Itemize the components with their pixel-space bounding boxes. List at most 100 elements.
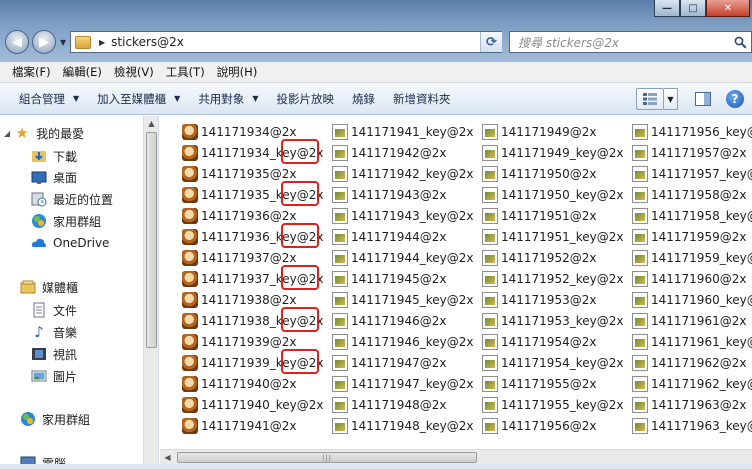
menu-file[interactable]: 檔案(F) — [6, 64, 57, 80]
file-item[interactable]: 141171954_key@2x — [482, 352, 623, 373]
search-box[interactable]: 搜尋 stickers@2x — [509, 31, 752, 53]
file-item[interactable]: 141171939_key@2x — [182, 352, 323, 373]
file-item[interactable]: 141171950_key@2x — [482, 184, 623, 205]
address-bar[interactable]: ▶ stickers@2x ▼ — [70, 31, 502, 53]
file-item[interactable]: 141171948@2x — [332, 394, 446, 415]
menu-view[interactable]: 檢視(V) — [108, 64, 160, 80]
minimize-button[interactable]: — — [654, 0, 680, 17]
nav-favorites[interactable]: ◢ ★ 我的最愛 — [4, 124, 84, 142]
organize-button[interactable]: 組合管理 ▼ — [10, 91, 88, 107]
file-item[interactable]: 141171953@2x — [482, 289, 596, 310]
file-item[interactable]: 141171955@2x — [482, 373, 596, 394]
file-item[interactable]: 141171946@2x — [332, 310, 446, 331]
file-item[interactable]: 141171940_key@2x — [182, 394, 323, 415]
file-item[interactable]: 141171963@2x — [632, 394, 746, 415]
file-item[interactable]: 141171951_key@2x — [482, 226, 623, 247]
refresh-button[interactable]: ⟳ — [480, 32, 502, 52]
burn-button[interactable]: 燒錄 — [343, 91, 384, 107]
file-item[interactable]: 141171952_key@2x — [482, 268, 623, 289]
file-item[interactable]: 141171962_key@2x — [632, 373, 752, 394]
file-item[interactable]: 141171956@2x — [482, 415, 596, 436]
file-item[interactable]: 141171935@2x — [182, 163, 296, 184]
file-item[interactable]: 141171944_key@2x — [332, 247, 473, 268]
view-options-dropdown[interactable]: ▼ — [664, 88, 678, 110]
file-item[interactable]: 141171935_key@2x — [182, 184, 323, 205]
file-item[interactable]: 141171934@2x — [182, 121, 296, 142]
file-item[interactable]: 141171938_key@2x — [182, 310, 323, 331]
file-item[interactable]: 141171955_key@2x — [482, 394, 623, 415]
file-item[interactable]: 141171962@2x — [632, 352, 746, 373]
file-item[interactable]: 141171956_key@2x — [632, 121, 752, 142]
file-item[interactable]: 141171960@2x — [632, 268, 746, 289]
nav-item-recent-places[interactable]: 最近的位置 — [31, 190, 113, 208]
file-item[interactable]: 141171959@2x — [632, 226, 746, 247]
search-icon[interactable] — [729, 36, 751, 49]
file-item[interactable]: 141171937@2x — [182, 247, 296, 268]
scroll-up-icon[interactable]: ▲ — [144, 116, 159, 131]
maximize-button[interactable]: □ — [680, 0, 706, 17]
menu-help[interactable]: 說明(H) — [211, 64, 264, 80]
file-item[interactable]: 141171954@2x — [482, 331, 596, 352]
file-item[interactable]: 141171960_key@2x — [632, 289, 752, 310]
breadcrumb-chevron-icon[interactable]: ▶ — [99, 38, 105, 47]
address-path[interactable]: stickers@2x — [111, 35, 485, 49]
file-item[interactable]: 141171943_key@2x — [332, 205, 473, 226]
file-item[interactable]: 141171944@2x — [332, 226, 446, 247]
file-item[interactable]: 141171936@2x — [182, 205, 296, 226]
file-item[interactable]: 141171949@2x — [482, 121, 596, 142]
back-button[interactable]: ◀ — [5, 30, 29, 54]
horizontal-scrollbar-thumb[interactable]: ||| — [177, 452, 477, 463]
close-button[interactable]: ✕ — [706, 0, 750, 17]
file-item[interactable]: 141171939@2x — [182, 331, 296, 352]
file-item[interactable]: 141171961@2x — [632, 310, 746, 331]
file-item[interactable]: 141171945@2x — [332, 268, 446, 289]
recent-pages-dropdown[interactable]: ▼ — [60, 38, 66, 47]
file-item[interactable]: 141171947@2x — [332, 352, 446, 373]
file-item[interactable]: 141171957@2x — [632, 142, 746, 163]
nav-item-desktop[interactable]: 桌面 — [31, 168, 77, 186]
collapse-chevron-icon[interactable]: ◢ — [4, 129, 10, 138]
file-item[interactable]: 141171959_key@2x — [632, 247, 752, 268]
file-item[interactable]: 141171946_key@2x — [332, 331, 473, 352]
file-item[interactable]: 141171941_key@2x — [332, 121, 473, 142]
file-item[interactable]: 141171958_key@2x — [632, 205, 752, 226]
file-item[interactable]: 141171942_key@2x — [332, 163, 473, 184]
scroll-left-icon[interactable]: ◀ — [160, 450, 175, 465]
navigation-scrollbar[interactable]: ▲ — [143, 116, 158, 469]
file-item[interactable]: 141171941@2x — [182, 415, 296, 436]
include-in-library-button[interactable]: 加入至媒體櫃 ▼ — [88, 91, 189, 107]
search-input[interactable]: 搜尋 stickers@2x — [510, 34, 729, 51]
file-item[interactable]: 141171950@2x — [482, 163, 596, 184]
file-item[interactable]: 141171942@2x — [332, 142, 446, 163]
share-with-button[interactable]: 共用對象 ▼ — [189, 91, 267, 107]
file-item[interactable]: 141171958@2x — [632, 184, 746, 205]
nav-item-homegroup-fav[interactable]: 家用群組 — [31, 212, 101, 230]
change-view-button[interactable] — [636, 88, 664, 110]
file-item[interactable]: 141171952@2x — [482, 247, 596, 268]
scrollbar-thumb[interactable] — [146, 132, 157, 348]
file-item[interactable]: 141171936_key@2x — [182, 226, 323, 247]
file-item[interactable]: 141171951@2x — [482, 205, 596, 226]
nav-item-onedrive[interactable]: OneDrive — [31, 234, 109, 252]
file-item[interactable]: 141171949_key@2x — [482, 142, 623, 163]
nav-item-downloads[interactable]: 下載 — [31, 147, 77, 165]
file-item[interactable]: 141171948_key@2x — [332, 415, 473, 436]
new-folder-button[interactable]: 新增資料夾 — [384, 91, 460, 107]
preview-pane-button[interactable] — [692, 88, 714, 110]
file-item[interactable]: 141171940@2x — [182, 373, 296, 394]
nav-libraries[interactable]: 媒體櫃 — [20, 278, 78, 296]
nav-item-music[interactable]: ♪ 音樂 — [31, 323, 77, 341]
file-item[interactable]: 141171953_key@2x — [482, 310, 623, 331]
slideshow-button[interactable]: 投影片放映 — [267, 91, 343, 107]
nav-item-pictures[interactable]: 圖片 — [31, 367, 77, 385]
file-item[interactable]: 141171934_key@2x — [182, 142, 323, 163]
nav-item-documents[interactable]: 文件 — [31, 301, 77, 319]
forward-button[interactable]: ▶ — [32, 30, 56, 54]
help-button[interactable]: ? — [726, 90, 744, 108]
file-item[interactable]: 141171961_key@2x — [632, 331, 752, 352]
nav-homegroup[interactable]: 家用群組 — [20, 410, 90, 428]
file-item[interactable]: 141171947_key@2x — [332, 373, 473, 394]
file-item[interactable]: 141171938@2x — [182, 289, 296, 310]
menu-edit[interactable]: 編輯(E) — [57, 64, 108, 80]
file-item[interactable]: 141171937_key@2x — [182, 268, 323, 289]
